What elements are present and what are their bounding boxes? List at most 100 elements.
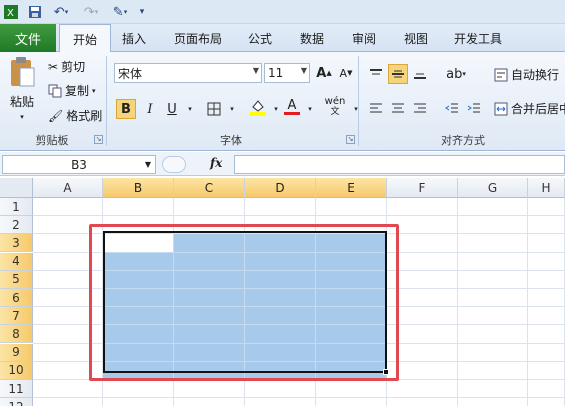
tab-developer[interactable]: 开发工具 [446,24,510,52]
align-top-icon[interactable] [366,64,386,84]
row-header-10[interactable]: 10 [0,361,33,380]
cell-e12[interactable] [316,398,387,406]
cell-d12[interactable] [245,398,316,406]
save-icon[interactable] [26,3,44,21]
cell-g2[interactable] [458,216,528,235]
select-all-corner[interactable] [0,178,33,198]
cell-g4[interactable] [458,252,528,271]
cell-h12[interactable] [528,398,565,406]
borders-menu-icon[interactable]: ▾ [222,99,242,119]
cell-h1[interactable] [528,198,565,217]
paste-button[interactable]: 粘贴 ▾ [6,56,38,121]
cell-e11[interactable] [316,380,387,399]
cell-h9[interactable] [528,343,565,362]
cell-f11[interactable] [387,380,458,399]
row-header-11[interactable]: 11 [0,380,33,398]
fx-icon[interactable]: fx [210,156,222,170]
font-color-button[interactable]: A [282,97,302,117]
cell-h6[interactable] [528,289,565,308]
tab-formulas[interactable]: 公式 [240,24,280,52]
borders-icon[interactable] [204,99,224,119]
align-left-icon[interactable] [366,98,386,118]
font-color-menu-icon[interactable]: ▾ [300,99,320,119]
row-header-3[interactable]: 3 [0,234,33,253]
row-header-12[interactable]: 12 [0,398,33,406]
copy-button[interactable]: 复制 ▾ [48,82,96,99]
format-painter-button[interactable]: 🖌 格式刷 [48,107,102,124]
tab-home[interactable]: 开始 [59,24,111,53]
cell-g12[interactable] [458,398,528,406]
row-header-7[interactable]: 7 [0,307,33,326]
column-header-c[interactable]: C [174,178,245,198]
cell-g10[interactable] [458,361,528,380]
row-header-6[interactable]: 6 [0,289,33,307]
tab-file[interactable]: 文件 [0,24,56,52]
cell-h4[interactable] [528,252,565,271]
align-center-icon[interactable] [388,98,408,118]
cell-f1[interactable] [387,198,458,217]
name-box[interactable]: B3 ▼ [2,155,156,174]
font-launcher-icon[interactable]: ↘ [346,135,355,144]
merge-center-button[interactable]: 合并后居中 [494,100,565,117]
cell-h3[interactable] [528,234,565,253]
bold-button[interactable]: B [116,99,136,119]
font-size-select[interactable]: 11 ▼ [264,63,310,83]
tab-data[interactable]: 数据 [292,24,332,52]
italic-button[interactable]: I [140,99,160,119]
column-header-g[interactable]: G [458,178,528,198]
cell-a1[interactable] [33,198,103,217]
cell-e1[interactable] [316,198,387,217]
row-header-1[interactable]: 1 [0,198,33,216]
decrease-indent-icon[interactable] [442,98,462,118]
cell-h10[interactable] [528,361,565,380]
column-header-b[interactable]: B [103,178,174,198]
cell-h2[interactable] [528,216,565,235]
grow-font-button[interactable]: A ▲ [314,63,334,83]
column-header-d[interactable]: D [245,178,316,198]
row-header-5[interactable]: 5 [0,270,33,289]
cell-g1[interactable] [458,198,528,217]
clipboard-launcher-icon[interactable]: ↘ [94,135,103,144]
shrink-font-button[interactable]: A ▼ [336,63,356,83]
cell-d1[interactable] [245,198,316,217]
underline-menu-icon[interactable]: ▾ [180,99,200,119]
cell-h11[interactable] [528,380,565,399]
cell-c11[interactable] [174,380,245,399]
cut-button[interactable]: ✂ 剪切 [48,58,85,75]
align-bottom-icon[interactable] [410,64,430,84]
row-header-8[interactable]: 8 [0,325,33,344]
align-middle-icon[interactable] [388,64,408,84]
cell-g11[interactable] [458,380,528,399]
tab-view[interactable]: 视图 [396,24,436,52]
cell-b12[interactable] [103,398,174,406]
cell-g5[interactable] [458,270,528,289]
column-header-e[interactable]: E [316,178,387,198]
cell-d11[interactable] [245,380,316,399]
formula-bar-divider[interactable] [162,156,186,173]
cell-c1[interactable] [174,198,245,217]
cell-g7[interactable] [458,307,528,326]
increase-indent-icon[interactable] [464,98,484,118]
column-header-f[interactable]: F [387,178,458,198]
row-header-2[interactable]: 2 [0,216,33,235]
formula-input[interactable] [234,155,565,174]
phonetic-menu-icon[interactable]: ▾ [346,99,366,119]
cell-h7[interactable] [528,307,565,326]
cell-c12[interactable] [174,398,245,406]
cell-a12[interactable] [33,398,103,406]
wrap-text-button[interactable]: 自动换行 [494,66,559,83]
cell-b11[interactable] [103,380,174,399]
underline-button[interactable]: U [162,99,182,119]
customize-icon[interactable]: ✎ ▾ [108,3,132,21]
cell-h8[interactable] [528,325,565,344]
cell-h5[interactable] [528,270,565,289]
row-header-9[interactable]: 9 [0,343,33,362]
tab-insert[interactable]: 插入 [114,24,154,52]
qat-menu-icon[interactable]: ▾ [136,3,148,21]
redo-icon[interactable]: ↷ ▾ [80,3,102,21]
cell-g8[interactable] [458,325,528,344]
tab-review[interactable]: 审阅 [344,24,384,52]
cell-a11[interactable] [33,380,103,399]
orientation-icon[interactable]: ab ▾ [442,64,470,84]
phonetic-button[interactable]: wén 文 [322,96,348,117]
